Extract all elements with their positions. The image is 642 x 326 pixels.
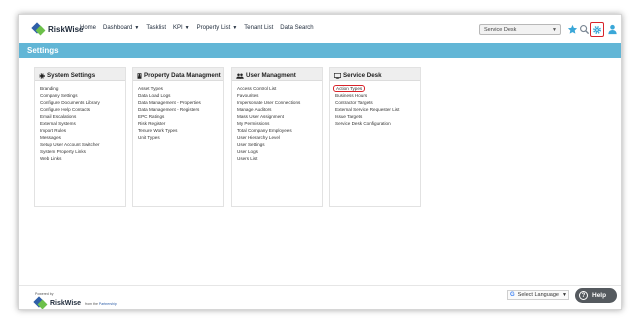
search-icon[interactable] [579,24,590,35]
settings-link[interactable]: User Hierarchy Level [237,134,322,141]
settings-link[interactable]: Access Control List [237,85,322,92]
main-nav: Home Dashboard ▼ Tasklist KPI ▼ Property L… [80,25,321,31]
settings-link[interactable]: Manage Auditors [237,106,322,113]
nav-property-list[interactable]: Property List ▼ [197,25,238,31]
settings-link[interactable]: Branding [40,85,125,92]
property-data-card: Property Data Managment Asset Types Data… [132,67,224,207]
settings-link[interactable]: Data Management - Registers [138,106,223,113]
settings-link[interactable]: Unit Types [138,134,223,141]
settings-link[interactable]: External Systems [40,120,125,127]
star-icon[interactable] [567,24,578,35]
settings-link[interactable]: Data Load Logs [138,92,223,99]
chevron-down-icon: ▼ [561,292,567,298]
settings-link[interactable]: User Logs [237,148,322,155]
partner-name: Partnership [98,302,117,306]
partnership-label: from the Partnership [85,302,117,306]
card-header: Property Data Managment [133,68,223,81]
nav-tenant-list[interactable]: Tenant List [244,25,273,31]
card-title: User Managment [246,72,296,79]
help-label: Help [592,292,607,299]
settings-link[interactable]: Web Links [40,155,125,162]
card-title: Property Data Managment [144,72,221,79]
settings-link-action-types[interactable]: Action Types [333,85,420,92]
footer-divider [19,285,621,286]
users-icon [236,73,244,79]
top-navigation-bar: RiskWise Home Dashboard ▼ Tasklist KPI ▼ P… [19,15,621,43]
settings-link[interactable]: Asset Types [138,85,223,92]
settings-link[interactable]: Data Management - Properties [138,99,223,106]
language-select-label: Select Language [517,292,559,298]
settings-link[interactable]: Tenure Work Types [138,127,223,134]
logo-mark-icon [33,296,48,309]
nav-kpi[interactable]: KPI ▼ [173,25,190,31]
settings-link[interactable]: Contractor Targets [335,99,420,106]
logo-text: RiskWise [48,24,84,34]
card-header: User Managment [232,68,322,81]
settings-link-list: Access Control List Favourites Impersona… [232,81,322,162]
module-select-value: Service Desk [484,27,517,33]
settings-link[interactable]: Impersonate User Connections [237,99,322,106]
settings-link[interactable]: Business Hours [335,92,420,99]
user-icon[interactable] [607,24,618,35]
settings-link[interactable]: Configure Documents Library [40,99,125,106]
card-title: Service Desk [343,72,382,79]
building-icon [137,72,142,79]
settings-link[interactable]: Issue Targets [335,113,420,120]
service-desk-card: Service Desk Action Types Business Hours… [329,67,421,207]
action-types-highlight[interactable]: Action Types [333,85,366,92]
card-header: Service Desk [330,68,420,81]
language-select[interactable]: G Select Language ▼ [507,290,569,300]
settings-link-list: Asset Types Data Load Logs Data Manageme… [133,81,223,141]
caret-down-icon: ▼ [134,25,140,31]
settings-banner: Settings [19,43,621,58]
settings-link[interactable]: Messages [40,134,125,141]
settings-link[interactable]: Email Escalations [40,113,125,120]
nav-home[interactable]: Home [80,25,96,31]
riskwise-logo[interactable]: RiskWise [31,22,84,36]
settings-link[interactable]: EPC Ratings [138,113,223,120]
question-icon: ? [579,291,588,300]
settings-link[interactable]: My Permissions [237,120,322,127]
google-g-icon: G [510,292,515,298]
settings-link[interactable]: Favourites [237,92,322,99]
settings-link[interactable]: Service Desk Configuration [335,120,420,127]
footer-branding: Powered by RiskWise from the Partnership [33,292,117,309]
settings-link-list: Branding Company Settings Configure Docu… [35,81,125,162]
settings-link[interactable]: Users List [237,155,322,162]
nav-tasklist[interactable]: Tasklist [146,25,166,31]
settings-link[interactable]: Company Settings [40,92,125,99]
user-management-card: User Managment Access Control List Favou… [231,67,323,207]
chevron-down-icon: ▼ [552,27,557,33]
help-button[interactable]: ? Help [575,288,617,303]
caret-down-icon: ▼ [184,25,190,31]
partner-prefix: from the [85,302,98,306]
settings-link[interactable]: Setup User Account Switcher [40,141,125,148]
settings-link-list: Action Types Business Hours Contractor T… [330,81,420,127]
footer-logo-text: RiskWise [50,299,82,307]
settings-link[interactable]: Risk Register [138,120,223,127]
settings-link[interactable]: System Property Links [40,148,125,155]
nav-dashboard[interactable]: Dashboard ▼ [103,25,139,31]
nav-data-search[interactable]: Data Search [280,25,313,31]
card-header: System Settings [35,68,125,81]
settings-link[interactable]: User Settings [237,141,322,148]
settings-link[interactable]: Total Company Employees [237,127,322,134]
settings-link[interactable]: Configure Help Contacts [40,106,125,113]
gear-icon [39,72,45,79]
settings-link[interactable]: Import Rules [40,127,125,134]
system-settings-card: System Settings Branding Company Setting… [34,67,126,207]
app-window: RiskWise Home Dashboard ▼ Tasklist KPI ▼ P… [18,14,622,310]
monitor-icon [334,72,341,79]
settings-link[interactable]: Mass User Assignment [237,113,322,120]
gear-icon[interactable] [592,25,602,35]
page-title: Settings [27,46,59,55]
settings-link[interactable]: External Service Requester List [335,106,420,113]
card-title: System Settings [47,72,96,79]
module-select[interactable]: Service Desk ▼ [479,24,561,35]
footer-logo: RiskWise from the Partnership [33,296,117,309]
caret-down-icon: ▼ [232,25,238,31]
logo-mark-icon [31,22,46,36]
powered-by-label: Powered by [35,292,54,296]
